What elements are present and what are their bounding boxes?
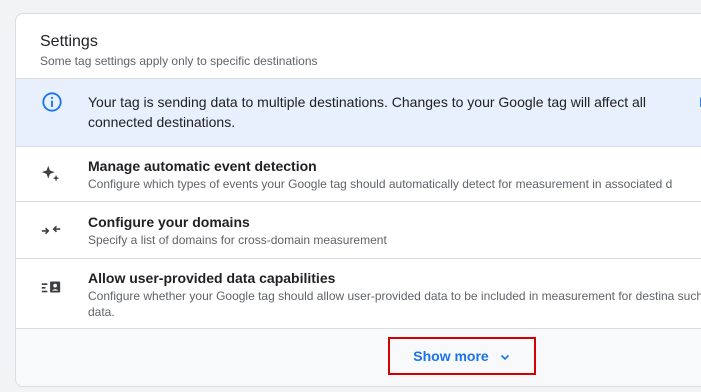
settings-item-automatic-event-detection[interactable]: Manage automatic event detection Configu… [16,146,701,201]
info-icon [41,91,63,113]
item-title: Manage automatic event detection [88,158,317,174]
settings-item-configure-domains[interactable]: Configure your domains Specify a list of… [16,201,701,258]
show-more-label: Show more [413,348,489,364]
settings-item-user-provided-data[interactable]: Allow user-provided data capabilities Co… [16,258,701,329]
user-data-icon [40,276,62,298]
item-description: Configure which types of events your Goo… [88,177,673,191]
item-description: Configure whether your Google tag should… [88,289,701,319]
item-title: Allow user-provided data capabilities [88,270,336,286]
info-banner: Your tag is sending data to multiple des… [16,78,701,146]
card-footer: Show more [16,328,701,386]
settings-subtitle: Some tag settings apply only to specific… [40,54,318,68]
arrows-merge-icon [40,219,62,241]
sparkle-icon [40,163,62,185]
settings-header: Settings Some tag settings apply only to… [40,32,318,69]
settings-title: Settings [40,33,98,50]
banner-message: Your tag is sending data to multiple des… [88,94,647,130]
item-title: Configure your domains [88,214,250,230]
item-description: Specify a list of domains for cross-doma… [88,233,387,247]
settings-card: Settings Some tag settings apply only to… [15,13,701,387]
show-more-button[interactable]: Show more [388,337,536,375]
chevron-down-icon [499,350,511,362]
